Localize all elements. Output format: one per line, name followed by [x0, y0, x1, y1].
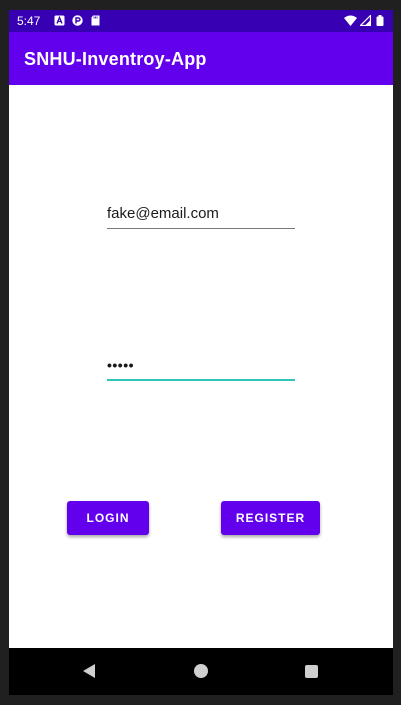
screen: 5:47 SNHU-Inventroy-App fake@email.com •… [9, 10, 393, 695]
a-notification-icon [54, 15, 65, 26]
sd-card-icon [91, 15, 100, 26]
login-button-label: LOGIN [86, 511, 130, 525]
recents-icon[interactable] [305, 665, 318, 678]
register-button[interactable]: REGISTER [221, 501, 320, 535]
navigation-bar [9, 648, 393, 695]
status-time: 5:47 [17, 14, 41, 28]
home-icon[interactable] [194, 664, 208, 678]
wifi-icon [344, 15, 357, 26]
email-field[interactable]: fake@email.com [107, 203, 295, 229]
password-field-value: ••••• [107, 357, 135, 373]
register-button-label: REGISTER [235, 511, 306, 525]
battery-icon [376, 15, 384, 26]
device-frame: 5:47 SNHU-Inventroy-App fake@email.com •… [0, 0, 401, 705]
app-bar: SNHU-Inventroy-App [9, 32, 393, 85]
circle-app-icon [72, 15, 83, 26]
back-icon[interactable] [83, 664, 95, 678]
signal-icon [360, 15, 371, 26]
app-title: SNHU-Inventroy-App [24, 49, 207, 69]
email-field-value: fake@email.com [107, 205, 219, 222]
login-button[interactable]: LOGIN [67, 501, 149, 535]
status-bar: 5:47 [9, 10, 393, 32]
password-field[interactable]: ••••• [107, 354, 295, 381]
